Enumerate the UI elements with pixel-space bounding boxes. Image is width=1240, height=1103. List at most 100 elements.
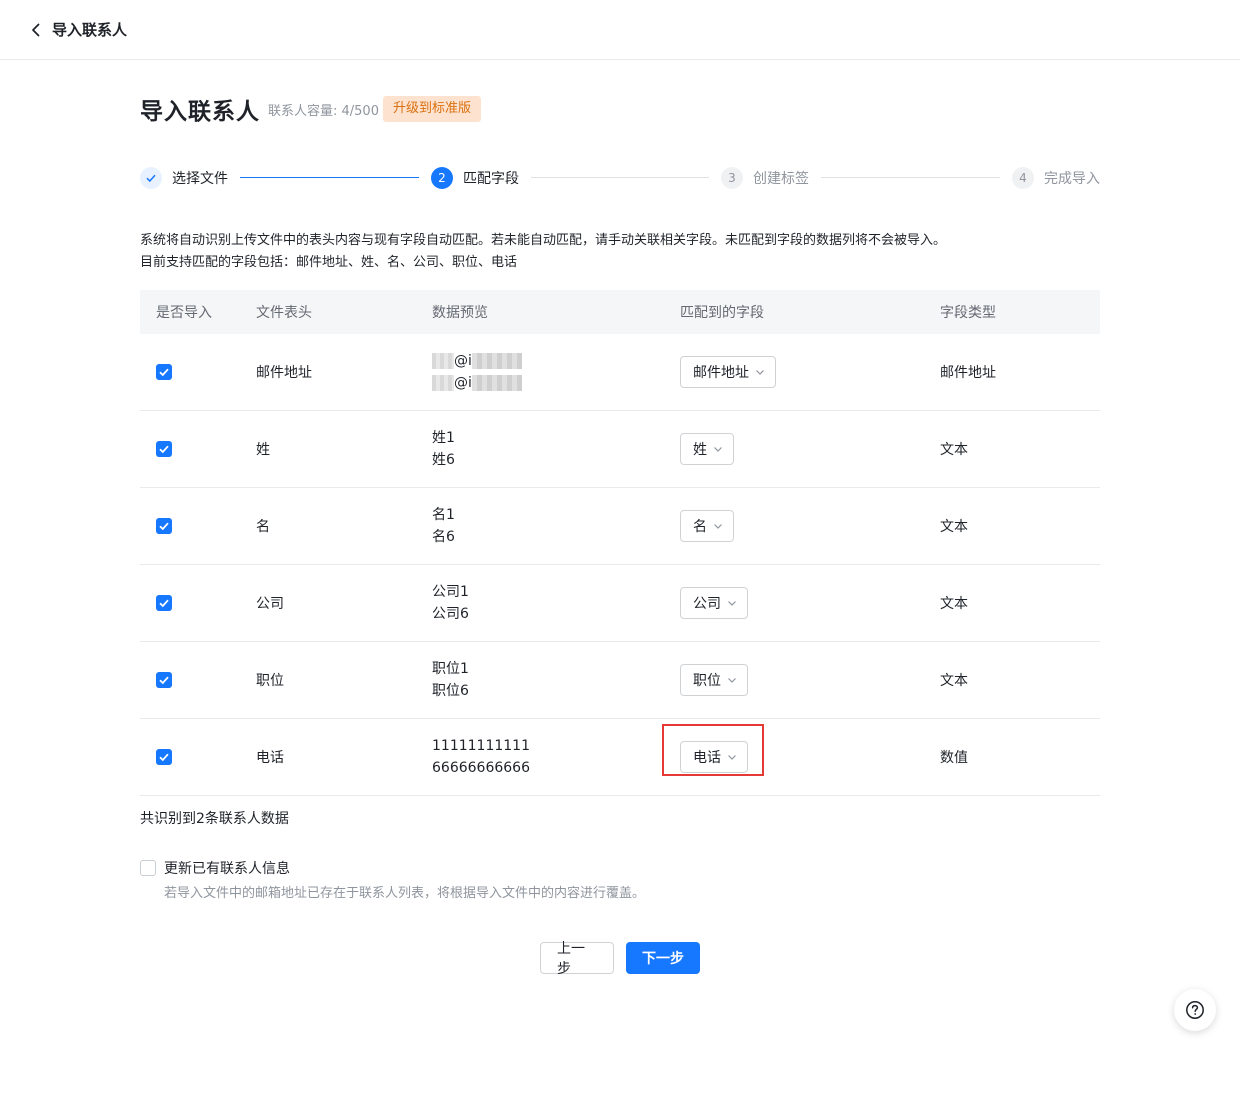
help-icon (1186, 1001, 1204, 1019)
preview-cell: 姓1 姓6 (432, 427, 680, 471)
back-label: 导入联系人 (52, 21, 128, 39)
preview-value: 名6 (432, 529, 455, 545)
table-row: 名 名1 名6 名 文本 (140, 488, 1100, 565)
check-icon (146, 174, 156, 183)
step-line-3 (821, 177, 1000, 178)
step-3-label: 创建标签 (753, 171, 809, 187)
field-type-cell: 文本 (940, 673, 968, 689)
field-select[interactable]: 职位 (680, 664, 748, 696)
import-checkbox[interactable] (156, 749, 172, 765)
field-select-phone[interactable]: 电话 (680, 741, 748, 773)
field-type-cell: 文本 (940, 596, 968, 612)
check-icon (159, 676, 169, 685)
step-finish-import: 4 完成导入 (1012, 166, 1100, 190)
preview-value: 公司1 (432, 584, 469, 600)
table-row: 职位 职位1 职位6 职位 文本 (140, 642, 1100, 719)
description: 系统将自动识别上传文件中的表头内容与现有字段自动匹配。若未能自动匹配，请手动关联… (140, 230, 1100, 274)
col-header-field-type: 字段类型 (940, 305, 996, 321)
update-existing-hint: 若导入文件中的邮箱地址已存在于联系人列表，将根据导入文件中的内容进行覆盖。 (164, 886, 646, 901)
next-step-button[interactable]: 下一步 (626, 942, 700, 974)
check-icon (159, 753, 169, 762)
step-2-circle: 2 (431, 167, 453, 189)
step-4-circle: 4 (1012, 167, 1034, 189)
field-select-value: 姓 (693, 442, 707, 458)
update-existing-checkbox[interactable] (140, 860, 156, 876)
record-count: 共识别到2条联系人数据 (140, 811, 289, 827)
preview-value: 职位1 (432, 661, 469, 677)
import-checkbox[interactable] (156, 518, 172, 534)
step-match-fields: 2 匹配字段 (431, 166, 519, 190)
masked-text (432, 375, 454, 391)
file-header-cell: 电话 (256, 750, 284, 766)
step-create-tags: 3 创建标签 (721, 166, 809, 190)
back-button[interactable]: 导入联系人 (28, 19, 127, 40)
check-icon (159, 522, 169, 531)
step-select-file: 选择文件 (140, 166, 228, 190)
preview-value: 名1 (432, 507, 455, 523)
step-1-circle (140, 167, 162, 189)
import-checkbox[interactable] (156, 672, 172, 688)
chevron-down-icon (728, 678, 736, 683)
field-select-email[interactable]: 邮件地址 (680, 356, 776, 388)
masked-text (471, 375, 522, 391)
field-type-cell: 文本 (940, 519, 968, 535)
preview-value: 姓1 (432, 430, 455, 446)
mapping-table: 是否导入 文件表头 数据预览 匹配到的字段 字段类型 邮件地址 @i @i 邮件… (140, 290, 1100, 796)
step-4-label: 完成导入 (1044, 171, 1100, 187)
file-header-cell: 姓 (256, 442, 270, 458)
col-header-preview: 数据预览 (432, 305, 488, 321)
table-row: 电话 11111111111 66666666666 电话 数值 (140, 719, 1100, 796)
table-row: 公司 公司1 公司6 公司 文本 (140, 565, 1100, 642)
field-select[interactable]: 公司 (680, 587, 748, 619)
preview-value: 姓6 (432, 452, 455, 468)
chevron-down-icon (714, 447, 722, 452)
chevron-down-icon (728, 755, 736, 760)
table-row-email: 邮件地址 @i @i 邮件地址 邮件地址 (140, 334, 1100, 411)
step-2-label: 匹配字段 (463, 171, 519, 187)
preview-value: @i (454, 353, 472, 369)
chevron-down-icon (728, 601, 736, 606)
preview-cell: 公司1 公司6 (432, 581, 680, 625)
import-checkbox-email[interactable] (156, 364, 172, 380)
step-line-1 (240, 177, 419, 178)
description-line-2: 目前支持匹配的字段包括：邮件地址、姓、名、公司、职位、电话 (140, 255, 518, 270)
field-type-cell: 邮件地址 (940, 365, 996, 381)
chevron-down-icon (714, 524, 722, 529)
check-icon (159, 368, 169, 377)
col-header-import: 是否导入 (156, 305, 212, 321)
preview-value: 公司6 (432, 606, 469, 622)
check-icon (159, 445, 169, 454)
file-header-cell: 名 (256, 519, 270, 535)
preview-value: 职位6 (432, 683, 469, 699)
preview-cell: 11111111111 66666666666 (432, 735, 680, 779)
field-type-cell: 文本 (940, 442, 968, 458)
update-option: 更新已有联系人信息 若导入文件中的邮箱地址已存在于联系人列表，将根据导入文件中的… (140, 858, 645, 901)
field-select-value: 电话 (693, 750, 721, 766)
page-title: 导入联系人 (140, 99, 260, 125)
import-checkbox[interactable] (156, 441, 172, 457)
table-header: 是否导入 文件表头 数据预览 匹配到的字段 字段类型 (140, 290, 1100, 334)
step-3-circle: 3 (721, 167, 743, 189)
prev-step-button[interactable]: 上一步 (540, 941, 614, 977)
col-header-matched-field: 匹配到的字段 (680, 305, 764, 321)
import-checkbox[interactable] (156, 595, 172, 611)
top-bar: 导入联系人 (0, 0, 1240, 60)
field-select-value: 邮件地址 (693, 365, 749, 381)
title-row: 导入联系人 联系人容量: 4/500 升级到标准版 (140, 94, 481, 125)
file-header-cell: 职位 (256, 673, 284, 689)
field-select[interactable]: 姓 (680, 433, 734, 465)
field-select-value: 职位 (693, 673, 721, 689)
masked-text (432, 353, 454, 369)
masked-text (471, 353, 522, 369)
update-existing-label[interactable]: 更新已有联系人信息 (164, 858, 290, 878)
preview-cell: 名1 名6 (432, 504, 680, 548)
preview-value: @i (454, 375, 472, 391)
upgrade-button[interactable]: 升级到标准版 (382, 96, 481, 122)
step-line-2 (531, 177, 709, 178)
preview-value: 11111111111 (432, 738, 530, 754)
preview-cell: 职位1 职位6 (432, 658, 680, 702)
preview-cell: @i @i (432, 350, 680, 394)
field-select[interactable]: 名 (680, 510, 734, 542)
help-button[interactable] (1174, 989, 1216, 1031)
file-header-cell: 邮件地址 (256, 365, 312, 381)
